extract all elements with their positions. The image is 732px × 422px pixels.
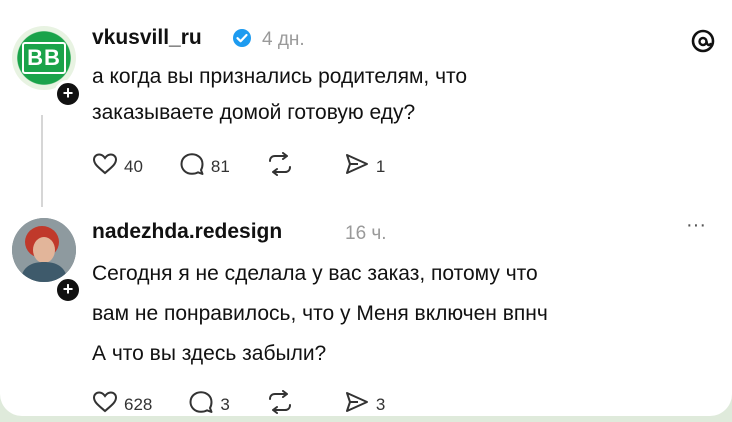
- username[interactable]: vkusvill_ru: [92, 26, 202, 50]
- verified-icon: [232, 28, 252, 53]
- comment-button[interactable]: 81: [179, 152, 230, 181]
- post-time: 4 дн.: [262, 29, 305, 50]
- threads-logo-icon[interactable]: [690, 28, 716, 59]
- repost-icon: [266, 390, 300, 419]
- share-count: 1: [375, 156, 386, 176]
- post-text-line: Сегодня я не сделала у вас заказ, потому…: [92, 262, 538, 285]
- comment-count: 3: [220, 394, 230, 414]
- comment-icon: [179, 152, 211, 181]
- thread-line: [41, 115, 43, 207]
- send-icon: [344, 152, 376, 181]
- post-text-line: а когда вы признались родителям, что: [92, 65, 468, 88]
- post-text-line: А что вы здесь забыли?: [92, 342, 327, 365]
- more-options-icon[interactable]: ···: [686, 214, 706, 237]
- heart-icon: [92, 152, 124, 181]
- avatar[interactable]: [12, 218, 76, 282]
- follow-plus-button[interactable]: +: [54, 80, 82, 108]
- avatar-logo-text: BB: [22, 42, 66, 74]
- follow-plus-button[interactable]: +: [54, 276, 82, 304]
- like-count: 628: [124, 394, 153, 414]
- profile-photo-icon: [12, 218, 76, 282]
- comment-button[interactable]: 3: [188, 390, 230, 419]
- comment-count: 81: [210, 156, 230, 176]
- post-actions: 628 3 3: [92, 390, 421, 419]
- comment-icon: [188, 390, 220, 419]
- username[interactable]: nadezhda.redesign: [92, 220, 282, 244]
- share-count: 3: [375, 394, 386, 414]
- share-button[interactable]: 3: [344, 390, 385, 419]
- like-button[interactable]: 628: [92, 390, 152, 419]
- repost-icon: [266, 152, 300, 181]
- post-actions: 40 81 1: [92, 152, 421, 181]
- like-button[interactable]: 40: [92, 152, 143, 181]
- share-button[interactable]: 1: [344, 152, 385, 181]
- heart-icon: [92, 390, 124, 419]
- post-time: 16 ч.: [345, 223, 387, 244]
- repost-button[interactable]: [266, 152, 300, 181]
- send-icon: [344, 390, 376, 419]
- like-count: 40: [124, 156, 143, 176]
- repost-button[interactable]: [266, 390, 300, 419]
- post-text-line: вам не понравилось, что у Меня включен в…: [92, 302, 548, 325]
- post-text-line: заказываете домой готовую еду?: [92, 101, 416, 124]
- threads-card: BB + vkusvill_ru 4 дн. а когда вы призна…: [0, 0, 732, 416]
